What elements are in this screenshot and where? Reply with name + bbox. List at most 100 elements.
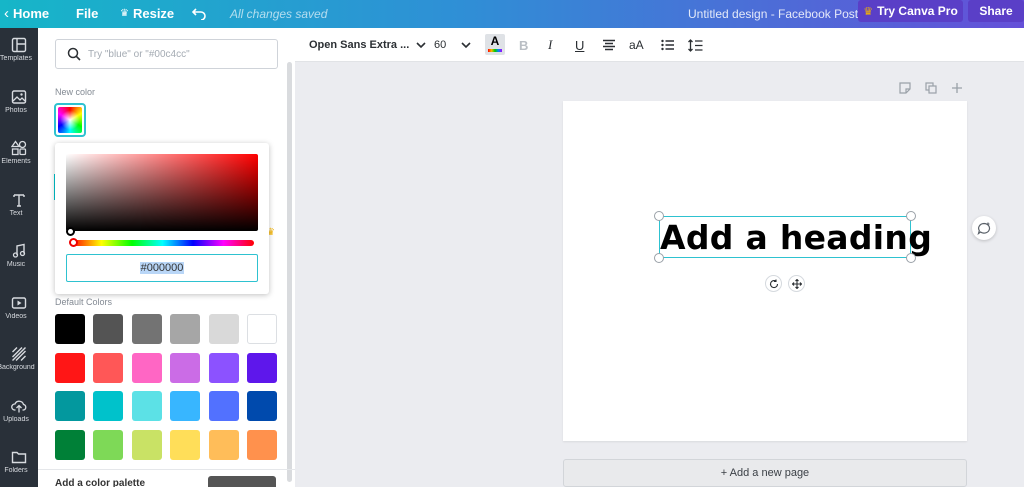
file-menu-button[interactable]: File (76, 0, 98, 28)
color-swatch[interactable] (93, 429, 124, 460)
color-swatch[interactable] (170, 352, 201, 383)
color-swatch[interactable] (55, 314, 85, 344)
color-swatch[interactable] (55, 429, 85, 460)
note-icon (899, 82, 911, 94)
color-bar (488, 49, 502, 52)
text-color-button[interactable]: A (485, 34, 505, 55)
resize-handle-top-right[interactable] (906, 211, 916, 221)
color-search-box[interactable] (55, 39, 278, 69)
align-button[interactable] (602, 28, 616, 62)
new-color-swatch[interactable] (54, 103, 86, 137)
hex-input[interactable]: #000000 (66, 254, 258, 282)
try-canva-pro-button[interactable]: ♛ Try Canva Pro (858, 0, 963, 22)
crown-icon: ♛ (863, 5, 874, 18)
resize-label: Resize (132, 6, 175, 21)
saturation-handle[interactable] (66, 227, 75, 236)
duplicate-page-button[interactable] (925, 81, 937, 99)
add-page-plus-button[interactable] (951, 81, 963, 99)
try-pro-label: Try Canva Pro (877, 4, 958, 18)
add-palette-label: Add a color palette (55, 478, 146, 487)
color-swatch[interactable] (208, 352, 239, 383)
line-spacing-icon (688, 38, 703, 52)
color-swatch[interactable] (131, 429, 162, 460)
uploads-icon (11, 400, 27, 413)
rail-item-elements[interactable]: Elements (0, 131, 38, 181)
color-swatch[interactable] (93, 314, 124, 344)
color-swatch[interactable] (170, 429, 201, 460)
heading-text-element[interactable]: Add a heading (659, 216, 932, 259)
design-title[interactable]: Untitled design - Facebook Post (688, 0, 858, 28)
font-family-value: Open Sans Extra ... (309, 39, 410, 51)
add-new-page-button[interactable]: + Add a new page (563, 459, 967, 487)
rail-item-background[interactable]: Background (0, 337, 38, 387)
hue-slider[interactable] (71, 240, 254, 246)
color-swatch[interactable] (170, 391, 201, 421)
color-swatch[interactable] (208, 314, 239, 344)
color-swatch[interactable] (247, 352, 277, 383)
heading-text[interactable]: Add a heading (660, 217, 932, 259)
undo-icon (192, 8, 206, 20)
color-swatch[interactable] (247, 429, 277, 460)
home-button[interactable]: ‹ Home (4, 0, 49, 28)
rail-item-folders[interactable]: Folders (0, 440, 38, 487)
spacing-button[interactable] (688, 28, 703, 62)
page-notes-button[interactable] (899, 81, 911, 99)
align-center-icon (603, 39, 615, 51)
text-toolbar: Open Sans Extra ... 60 A B I U aA (295, 28, 1024, 62)
color-swatch[interactable] (93, 391, 124, 421)
comment-icon (977, 222, 991, 235)
share-button[interactable]: Share (968, 0, 1024, 22)
music-icon (12, 243, 26, 258)
hue-handle[interactable] (69, 238, 78, 247)
color-swatch[interactable] (93, 352, 124, 383)
design-page[interactable] (563, 101, 967, 441)
resize-button[interactable]: ♛ Resize (120, 0, 174, 28)
palette-footer: Add a color palette (38, 469, 295, 487)
panel-scrollbar[interactable] (287, 62, 292, 482)
rail-item-videos[interactable]: Videos (0, 286, 38, 336)
saturation-value-area[interactable] (66, 154, 258, 231)
crown-icon: ♛ (120, 8, 129, 19)
top-bar: ‹ Home File ♛ Resize All changes saved U… (0, 0, 1024, 28)
text-icon (13, 194, 25, 207)
font-size-value: 60 (434, 39, 447, 51)
italic-button[interactable]: I (548, 28, 552, 62)
color-swatch[interactable] (55, 352, 85, 383)
color-swatch[interactable] (247, 391, 277, 421)
videos-icon (11, 297, 27, 309)
color-search-input[interactable] (88, 46, 268, 62)
list-button[interactable] (661, 28, 675, 62)
color-swatch[interactable] (131, 391, 162, 421)
color-swatch[interactable] (55, 391, 85, 421)
color-swatch[interactable] (208, 391, 239, 421)
bold-button[interactable]: B (519, 28, 528, 62)
resize-handle-bottom-right[interactable] (906, 253, 916, 263)
letter-case-button[interactable]: aA (629, 28, 644, 62)
rail-item-photos[interactable]: Photos (0, 80, 38, 130)
rail-item-music[interactable]: Music (0, 234, 38, 284)
palette-pill-button[interactable] (208, 476, 276, 487)
rail-item-uploads[interactable]: Uploads (0, 389, 38, 439)
move-button[interactable] (788, 275, 805, 292)
rotate-button[interactable] (765, 275, 782, 292)
rail-item-templates[interactable]: Templates (0, 28, 38, 78)
color-swatch[interactable] (131, 314, 162, 344)
chevron-left-icon: ‹ (4, 5, 9, 22)
resize-handle-top-left[interactable] (654, 211, 664, 221)
resize-handle-bottom-left[interactable] (654, 253, 664, 263)
undo-button[interactable] (192, 0, 206, 28)
color-swatch[interactable] (208, 429, 239, 460)
color-swatch[interactable] (170, 314, 201, 344)
underline-button[interactable]: U (575, 28, 584, 62)
hex-value: #000000 (139, 262, 185, 274)
rainbow-icon (58, 107, 82, 133)
font-size-dropdown[interactable]: 60 (434, 28, 471, 62)
comment-button[interactable] (972, 216, 996, 240)
rail-item-text[interactable]: Text (0, 183, 38, 233)
folders-icon (11, 451, 27, 464)
left-rail: Templates Photos Elements Text Music Vid… (0, 28, 38, 487)
font-family-dropdown[interactable]: Open Sans Extra ... (309, 28, 426, 62)
color-swatch[interactable] (131, 352, 162, 383)
text-color-icon: A (490, 34, 500, 48)
color-swatch[interactable] (247, 314, 277, 344)
